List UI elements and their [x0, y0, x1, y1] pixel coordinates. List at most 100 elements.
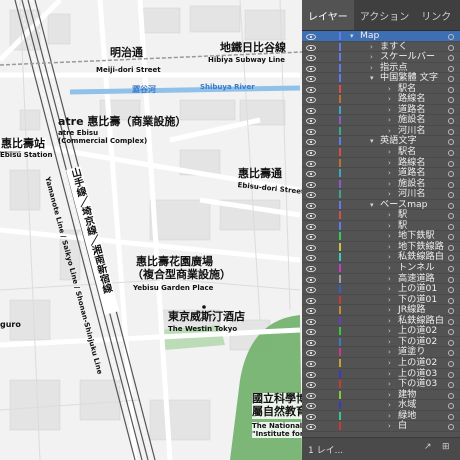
tab-links[interactable]: リンク [415, 0, 457, 30]
layer-row[interactable]: › 駅名 [302, 146, 460, 158]
expand-toggle-icon[interactable]: › [388, 369, 391, 380]
visibility-eye-icon[interactable] [306, 96, 316, 104]
expand-toggle-icon[interactable]: › [388, 147, 391, 158]
layer-row[interactable]: › 上の道02 [302, 357, 460, 369]
target-circle-icon[interactable] [448, 424, 454, 431]
visibility-eye-icon[interactable] [306, 392, 316, 399]
visibility-eye-icon[interactable] [306, 423, 316, 431]
target-circle-icon[interactable] [448, 329, 454, 336]
target-circle-icon[interactable] [448, 107, 454, 114]
expand-toggle-icon[interactable]: › [388, 326, 391, 337]
target-circle-icon[interactable] [448, 413, 454, 420]
visibility-eye-icon[interactable] [306, 223, 316, 230]
layer-row[interactable]: › 白 [302, 421, 460, 432]
expand-toggle-icon[interactable]: › [388, 84, 391, 95]
expand-toggle-icon[interactable]: › [388, 168, 391, 179]
expand-toggle-icon[interactable]: › [388, 221, 391, 232]
expand-toggle-icon[interactable]: › [388, 115, 391, 126]
layer-row[interactable]: › 下の道01 [302, 294, 460, 306]
layer-row[interactable]: ▾ 英語文字 [302, 136, 460, 148]
target-circle-icon[interactable] [448, 255, 454, 262]
visibility-eye-icon[interactable] [306, 75, 316, 83]
target-circle-icon[interactable] [448, 276, 454, 283]
expand-toggle-icon[interactable]: › [388, 379, 391, 390]
expand-toggle-icon[interactable]: › [370, 42, 373, 53]
expand-toggle-icon[interactable]: › [388, 295, 391, 306]
target-circle-icon[interactable] [448, 202, 454, 209]
expand-toggle-icon[interactable]: › [388, 411, 391, 422]
expand-toggle-icon[interactable]: › [388, 105, 391, 116]
layer-row[interactable]: › 水域 [302, 400, 460, 411]
expand-toggle-icon[interactable]: › [388, 337, 391, 348]
expand-toggle-icon[interactable]: ▾ [370, 136, 374, 147]
expand-toggle-icon[interactable]: › [388, 94, 391, 105]
expand-toggle-icon[interactable]: ▾ [350, 31, 354, 42]
expand-toggle-icon[interactable]: › [388, 158, 391, 169]
layer-row[interactable]: › 緑地 [302, 410, 460, 422]
visibility-eye-icon[interactable] [306, 286, 316, 294]
target-circle-icon[interactable] [448, 403, 454, 410]
visibility-eye-icon[interactable] [306, 233, 316, 241]
visibility-eye-icon[interactable] [306, 86, 316, 93]
visibility-eye-icon[interactable] [306, 413, 316, 420]
target-circle-icon[interactable] [448, 192, 454, 199]
visibility-eye-icon[interactable] [306, 349, 316, 357]
expand-toggle-icon[interactable]: › [388, 284, 391, 295]
visibility-eye-icon[interactable] [306, 65, 316, 72]
expand-toggle-icon[interactable]: › [388, 358, 391, 369]
visibility-eye-icon[interactable] [306, 360, 316, 368]
visibility-eye-icon[interactable] [306, 117, 316, 125]
target-circle-icon[interactable] [448, 371, 454, 378]
layer-row[interactable]: › 路線名 [302, 94, 460, 105]
target-circle-icon[interactable] [448, 234, 454, 241]
visibility-eye-icon[interactable] [306, 339, 316, 346]
expand-toggle-icon[interactable]: › [370, 63, 373, 74]
visibility-eye-icon[interactable] [306, 371, 316, 378]
layer-row[interactable]: › 道路名 [302, 104, 460, 116]
target-circle-icon[interactable] [448, 266, 454, 273]
target-circle-icon[interactable] [448, 339, 454, 346]
target-circle-icon[interactable] [448, 34, 454, 40]
visibility-eye-icon[interactable] [306, 202, 316, 209]
expand-toggle-icon[interactable]: ▾ [370, 73, 374, 84]
visibility-eye-icon[interactable] [306, 276, 316, 283]
target-circle-icon[interactable] [448, 392, 454, 399]
expand-toggle-icon[interactable]: › [388, 210, 391, 221]
target-circle-icon[interactable] [448, 297, 454, 304]
map-canvas[interactable]: 明治通 Meiji-dori Street 地鐵日比谷線 Hibiya Subw… [0, 0, 302, 460]
expand-toggle-icon[interactable]: › [388, 242, 391, 253]
expand-toggle-icon[interactable]: › [388, 263, 391, 274]
target-circle-icon[interactable] [448, 181, 454, 188]
visibility-eye-icon[interactable] [306, 107, 316, 114]
tab-actions[interactable]: アクション [354, 0, 416, 30]
target-circle-icon[interactable] [448, 76, 454, 83]
visibility-eye-icon[interactable] [306, 318, 316, 325]
target-circle-icon[interactable] [448, 118, 454, 125]
layer-row[interactable]: › 下の道03 [302, 378, 460, 390]
target-circle-icon[interactable] [448, 139, 454, 146]
expand-toggle-icon[interactable]: › [388, 274, 391, 285]
layer-row[interactable]: › 建物 [302, 389, 460, 401]
target-circle-icon[interactable] [448, 213, 454, 220]
target-circle-icon[interactable] [448, 382, 454, 389]
target-circle-icon[interactable] [448, 287, 454, 294]
layer-row[interactable]: › 道路名 [302, 168, 460, 179]
expand-toggle-icon[interactable]: › [370, 52, 373, 63]
layer-row[interactable]: ▾ Map [302, 31, 460, 42]
target-circle-icon[interactable] [448, 318, 454, 325]
export-icon[interactable]: ↗ [424, 442, 434, 452]
layer-row[interactable]: › 駅 [302, 210, 460, 221]
target-circle-icon[interactable] [448, 97, 454, 104]
visibility-eye-icon[interactable] [306, 212, 316, 220]
visibility-eye-icon[interactable] [306, 402, 316, 410]
visibility-eye-icon[interactable] [306, 33, 316, 41]
layer-row[interactable]: › 施設名 [302, 178, 460, 190]
target-circle-icon[interactable] [448, 55, 454, 62]
visibility-eye-icon[interactable] [306, 191, 316, 199]
visibility-eye-icon[interactable] [306, 297, 316, 304]
expand-toggle-icon[interactable]: › [388, 179, 391, 190]
expand-toggle-icon[interactable]: › [388, 231, 391, 242]
visibility-eye-icon[interactable] [306, 149, 316, 157]
visibility-eye-icon[interactable] [306, 138, 316, 146]
target-circle-icon[interactable] [448, 171, 454, 178]
